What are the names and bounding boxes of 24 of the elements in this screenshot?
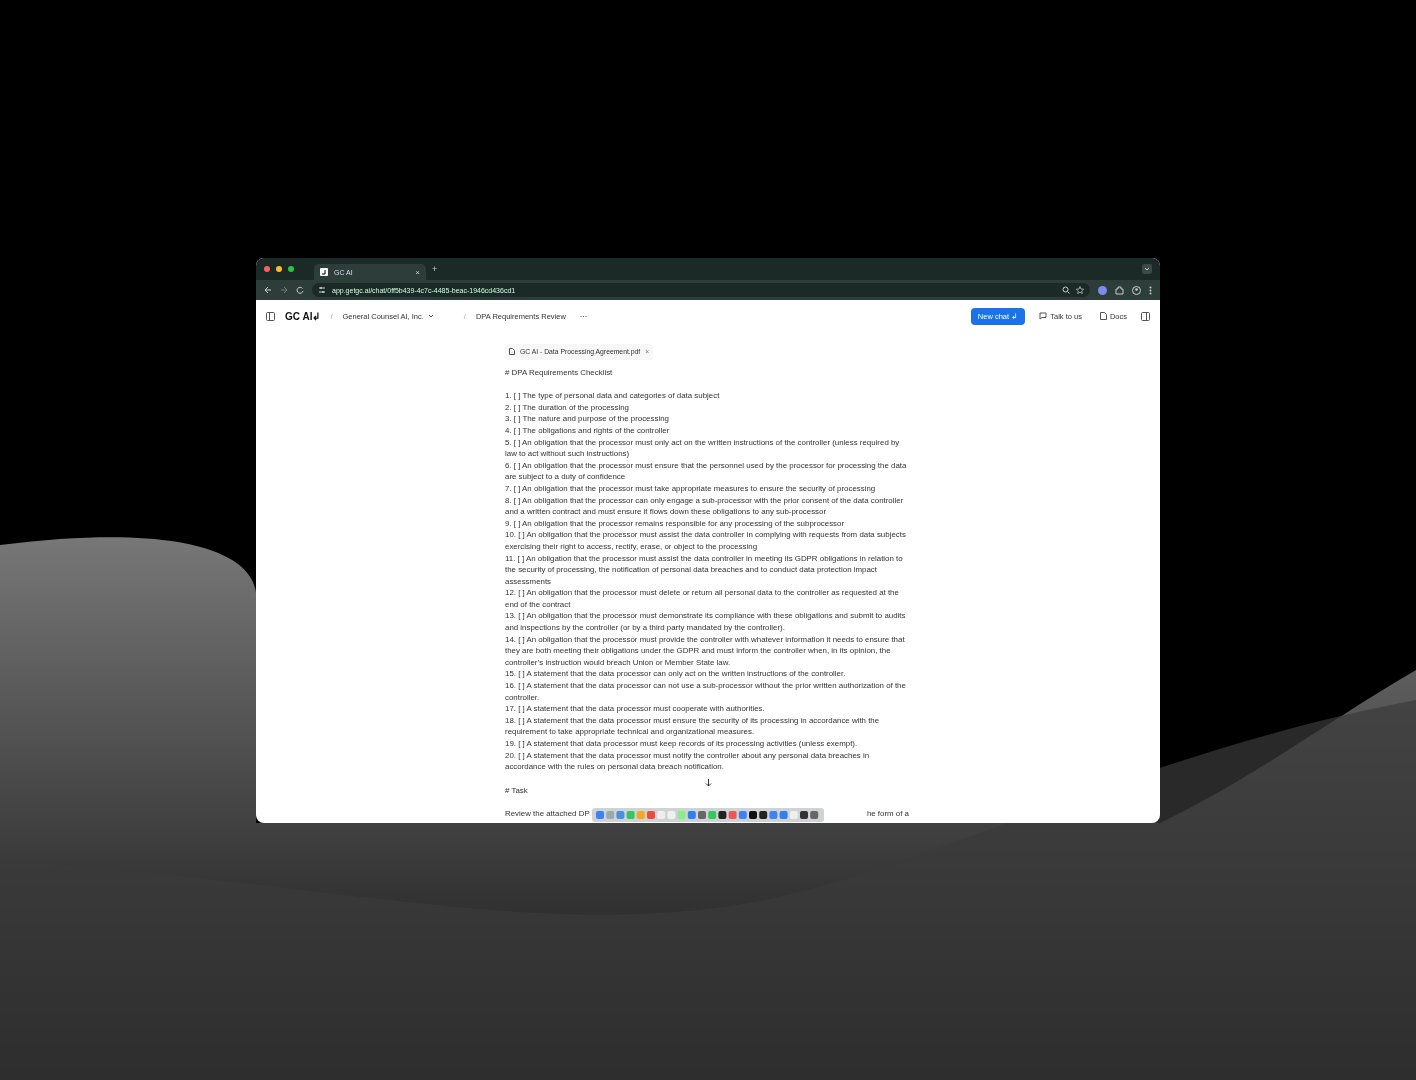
arrow-down-icon: [704, 779, 712, 787]
site-icon: [320, 268, 328, 276]
forward-arrow-icon[interactable]: [280, 286, 288, 294]
back-arrow-icon[interactable]: [264, 286, 272, 294]
panel-toggle-icon[interactable]: [1141, 311, 1150, 321]
document-icon: [509, 348, 515, 356]
profile-icon[interactable]: [1132, 285, 1141, 295]
sidebar-toggle-icon[interactable]: [266, 311, 275, 321]
chat-bubble-icon: [1039, 312, 1048, 320]
chevron-down-icon[interactable]: [1142, 264, 1152, 274]
star-icon[interactable]: [1076, 286, 1084, 294]
minimize-window-control[interactable]: [276, 266, 282, 272]
app-logo[interactable]: GC AI↲: [285, 310, 321, 322]
extension-badge-icon[interactable]: [1098, 285, 1107, 295]
document-icon: [1099, 312, 1107, 320]
site-settings-icon: [318, 286, 326, 294]
reload-icon[interactable]: [296, 286, 304, 294]
close-window-control[interactable]: [264, 266, 270, 272]
kebab-menu-icon[interactable]: [1149, 285, 1152, 295]
chevron-down-icon: [427, 313, 434, 319]
new-tab-button[interactable]: +: [432, 264, 438, 274]
zoom-window-control[interactable]: [288, 266, 294, 272]
zoom-icon[interactable]: [1062, 286, 1070, 294]
close-tab-button[interactable]: ×: [415, 267, 420, 277]
